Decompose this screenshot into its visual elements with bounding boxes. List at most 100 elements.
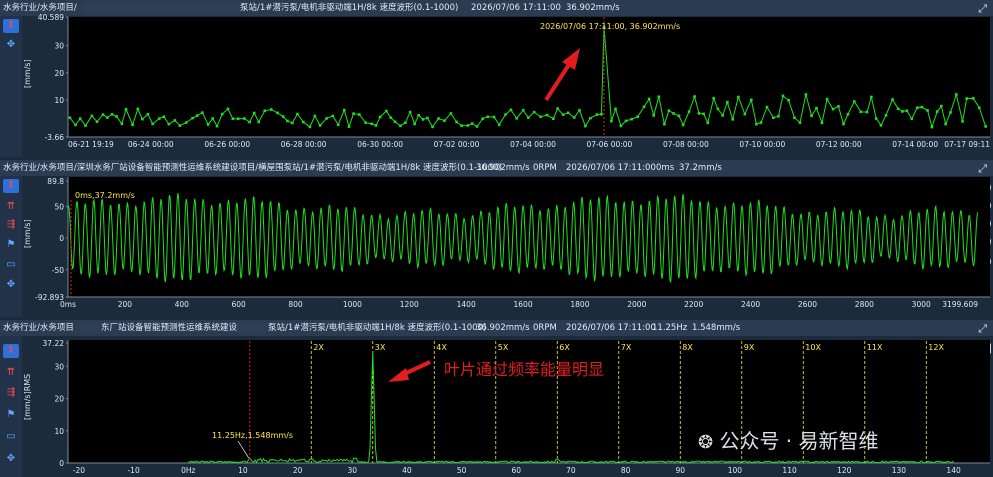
trend-point <box>600 112 603 116</box>
x-tick-label: 40 <box>402 466 412 475</box>
trend-point <box>737 95 740 99</box>
trend-point <box>449 112 453 115</box>
trend-point <box>146 113 150 116</box>
trend-point <box>884 114 888 117</box>
x-tick-label: 1400 <box>457 300 476 309</box>
trend-point <box>935 110 939 113</box>
x-tick-label: 1600 <box>514 300 533 309</box>
x-tick-label: 07-02 00:00 <box>434 140 480 149</box>
trend-point <box>243 117 246 120</box>
trend-point <box>417 113 421 117</box>
trend-point <box>515 117 518 120</box>
x-tick-label: 1800 <box>570 300 589 309</box>
y-tick-label: 10 <box>54 96 64 105</box>
trend-point <box>269 108 273 111</box>
trend-point <box>595 113 599 116</box>
trend-point <box>84 124 87 127</box>
trend-point <box>940 104 943 108</box>
trend-point <box>743 112 747 116</box>
trend-point <box>281 115 285 118</box>
x-tick-label: 600 <box>231 300 246 309</box>
trend-point <box>408 110 412 114</box>
trend-point <box>106 116 109 119</box>
trend-point <box>318 124 322 127</box>
trend-point <box>481 117 484 121</box>
x-tick-label: -20 <box>73 466 85 475</box>
trend-point <box>331 114 335 118</box>
trend-point <box>527 116 530 119</box>
y-tick-label: -3.66 <box>45 133 65 142</box>
trend-point <box>561 113 565 116</box>
harmonic-label: 9X <box>744 343 755 352</box>
x-tick-label: 60 <box>511 466 521 475</box>
trend-point <box>521 108 525 112</box>
trend-point <box>215 124 219 128</box>
trend-point <box>231 117 235 121</box>
x-tick-label: 2800 <box>855 300 874 309</box>
x-tick-label: 07-10 00:00 <box>739 140 785 149</box>
x-tick-label: 130 <box>892 466 907 475</box>
trend-point <box>657 95 661 99</box>
trend-point <box>539 115 542 119</box>
trend-point <box>930 125 934 129</box>
trend-point <box>248 120 251 124</box>
trend-point <box>697 112 701 115</box>
trend-point <box>955 93 958 96</box>
trend-point <box>95 120 99 123</box>
wechat-icon: ❂ <box>698 432 714 453</box>
trend-point <box>470 122 474 125</box>
trend-point <box>291 121 294 125</box>
trend-point <box>693 95 696 98</box>
trend-point <box>385 109 388 113</box>
trend-point <box>532 110 536 114</box>
trend-point <box>630 117 634 121</box>
trend-point <box>552 117 555 121</box>
trend-point <box>257 120 260 124</box>
trend-point <box>721 114 724 117</box>
x-tick-label: 110 <box>782 466 797 475</box>
y-tick-label: 20 <box>54 395 64 404</box>
trend-point <box>167 122 171 126</box>
trend-point <box>984 125 987 128</box>
trend-point <box>891 98 894 101</box>
trend-point <box>393 120 397 124</box>
trend-point <box>545 113 549 117</box>
spectrum-cursor-label: 11.25Hz,1.548mm/s <box>212 431 293 440</box>
x-tick-label: -10 <box>127 466 139 475</box>
x-tick-label: 0ms <box>60 300 76 309</box>
trend-point <box>466 124 470 127</box>
trend-point <box>772 116 775 120</box>
y-tick-label: 10 <box>54 427 64 436</box>
trend-point <box>184 121 188 124</box>
trend-point <box>663 122 666 126</box>
trend-point <box>389 116 393 119</box>
trend-point <box>870 95 873 99</box>
harmonic-label: 3X <box>375 343 386 352</box>
y-tick-label: 89.8 <box>47 177 64 186</box>
trend-point <box>173 119 177 122</box>
y-tick-label: 0 <box>59 234 64 243</box>
trend-point <box>110 113 114 116</box>
harmonic-label: 8X <box>682 343 693 352</box>
trend-point <box>421 118 425 121</box>
trend-point <box>206 123 210 126</box>
trend-point <box>178 124 182 127</box>
trend-point <box>815 106 818 110</box>
trend-point <box>702 112 705 116</box>
trend-point <box>74 123 77 127</box>
trend-point <box>578 109 581 112</box>
trend-point <box>619 124 623 128</box>
trend-point <box>151 122 154 126</box>
y-tick-label: 50 <box>54 202 64 211</box>
trend-point <box>131 123 134 127</box>
trend-point <box>831 107 835 111</box>
trend-panel: 水务行业/水务项目/ 泵站/1#潜污泵/电机非驱动端1H/8k 速度波形(0.1… <box>0 0 993 157</box>
trend-point <box>755 122 758 126</box>
trend-point <box>68 116 72 120</box>
trend-point <box>636 115 639 119</box>
trend-point <box>647 97 651 101</box>
x-tick-label: 1000 <box>343 300 362 309</box>
y-tick-label: 37.22 <box>43 339 65 348</box>
x-tick-label: 80 <box>621 466 631 475</box>
trend-point <box>853 100 856 103</box>
